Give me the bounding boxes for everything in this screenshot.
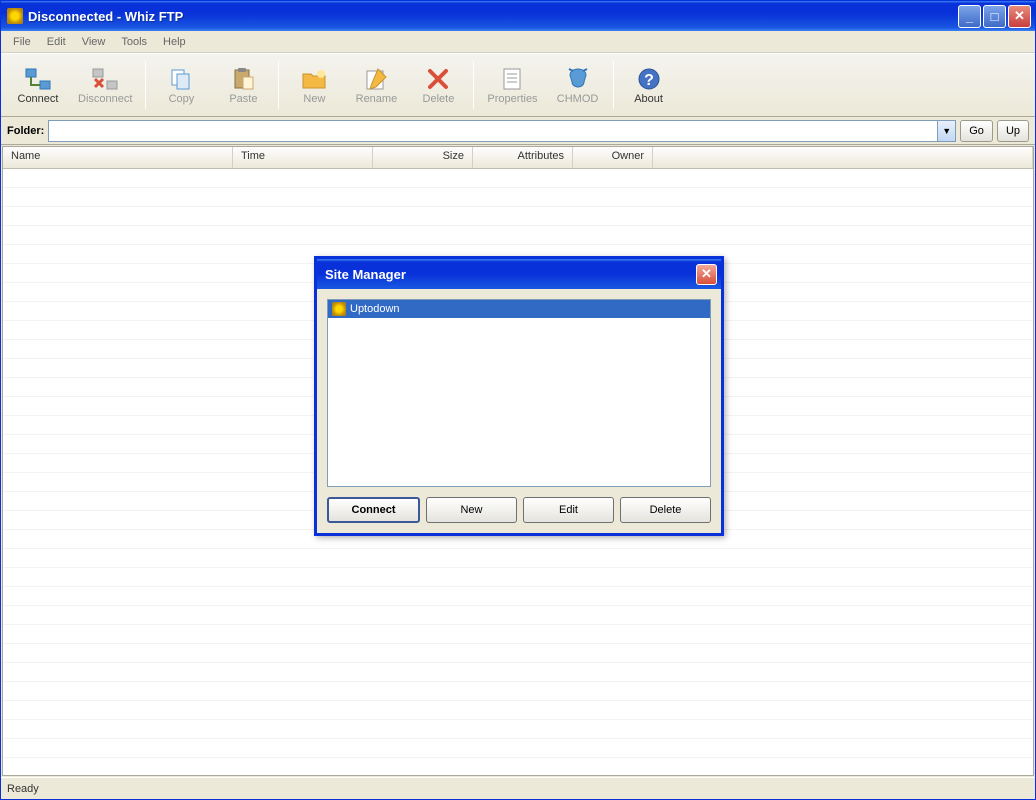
menubar: File Edit View Tools Help — [1, 31, 1035, 53]
maximize-button[interactable]: □ — [983, 5, 1006, 28]
folder-label: Folder: — [7, 125, 44, 137]
window-title: Disconnected - Whiz FTP — [28, 9, 956, 24]
folder-combo[interactable]: ▼ — [48, 120, 956, 142]
toolbar-separator — [613, 61, 614, 109]
paste-button[interactable]: Paste — [212, 57, 274, 113]
menu-tools[interactable]: Tools — [113, 34, 155, 50]
dialog-title: Site Manager — [325, 267, 406, 282]
minimize-button[interactable]: _ — [958, 5, 981, 28]
properties-icon — [498, 65, 526, 93]
site-list[interactable]: Uptodown — [327, 299, 711, 487]
toolbar-separator — [278, 61, 279, 109]
disconnect-icon — [91, 65, 119, 93]
dialog-body: Uptodown — [317, 289, 721, 497]
connect-icon — [24, 65, 52, 93]
new-folder-icon — [300, 65, 328, 93]
svg-text:?: ? — [644, 72, 654, 89]
go-button[interactable]: Go — [960, 120, 993, 142]
dropdown-arrow-icon[interactable]: ▼ — [937, 121, 955, 141]
chmod-button[interactable]: CHMOD — [547, 57, 609, 113]
chmod-icon — [564, 65, 592, 93]
toolbar: Connect Disconnect Copy Paste New — [1, 53, 1035, 117]
disconnect-button[interactable]: Disconnect — [69, 57, 141, 113]
col-attributes[interactable]: Attributes — [473, 147, 573, 168]
list-header: Name Time Size Attributes Owner — [3, 147, 1033, 169]
site-icon — [332, 302, 346, 316]
delete-button[interactable]: Delete — [407, 57, 469, 113]
dialog-close-button[interactable]: ✕ — [696, 264, 717, 285]
status-text: Ready — [7, 783, 39, 795]
menu-file[interactable]: File — [5, 34, 39, 50]
col-time[interactable]: Time — [233, 147, 373, 168]
copy-icon — [167, 65, 195, 93]
about-button[interactable]: ? About — [618, 57, 680, 113]
dialog-titlebar: Site Manager ✕ — [317, 259, 721, 289]
toolbar-separator — [145, 61, 146, 109]
dialog-buttons: Connect New Edit Delete — [317, 497, 721, 533]
dialog-new-button[interactable]: New — [426, 497, 517, 523]
menu-view[interactable]: View — [74, 34, 114, 50]
dialog-edit-button[interactable]: Edit — [523, 497, 614, 523]
dialog-connect-button[interactable]: Connect — [327, 497, 420, 523]
rename-button[interactable]: Rename — [345, 57, 407, 113]
properties-button[interactable]: Properties — [478, 57, 546, 113]
menu-help[interactable]: Help — [155, 34, 194, 50]
col-owner[interactable]: Owner — [573, 147, 653, 168]
close-button[interactable]: ✕ — [1008, 5, 1031, 28]
col-size[interactable]: Size — [373, 147, 473, 168]
copy-button[interactable]: Copy — [150, 57, 212, 113]
site-manager-dialog: Site Manager ✕ Uptodown Connect New Edit… — [314, 256, 724, 536]
connect-button[interactable]: Connect — [7, 57, 69, 113]
up-button[interactable]: Up — [997, 120, 1029, 142]
rename-icon — [362, 65, 390, 93]
site-item[interactable]: Uptodown — [328, 300, 710, 318]
delete-icon — [424, 65, 452, 93]
dialog-delete-button[interactable]: Delete — [620, 497, 711, 523]
titlebar: Disconnected - Whiz FTP _ □ ✕ — [1, 1, 1035, 31]
about-icon: ? — [635, 65, 663, 93]
paste-icon — [229, 65, 257, 93]
col-name[interactable]: Name — [3, 147, 233, 168]
col-spacer — [653, 147, 1033, 168]
menu-edit[interactable]: Edit — [39, 34, 74, 50]
toolbar-separator — [473, 61, 474, 109]
app-icon — [7, 8, 23, 24]
statusbar: Ready — [1, 777, 1035, 799]
new-button[interactable]: New — [283, 57, 345, 113]
site-name: Uptodown — [350, 303, 400, 315]
folder-bar: Folder: ▼ Go Up — [1, 117, 1035, 145]
